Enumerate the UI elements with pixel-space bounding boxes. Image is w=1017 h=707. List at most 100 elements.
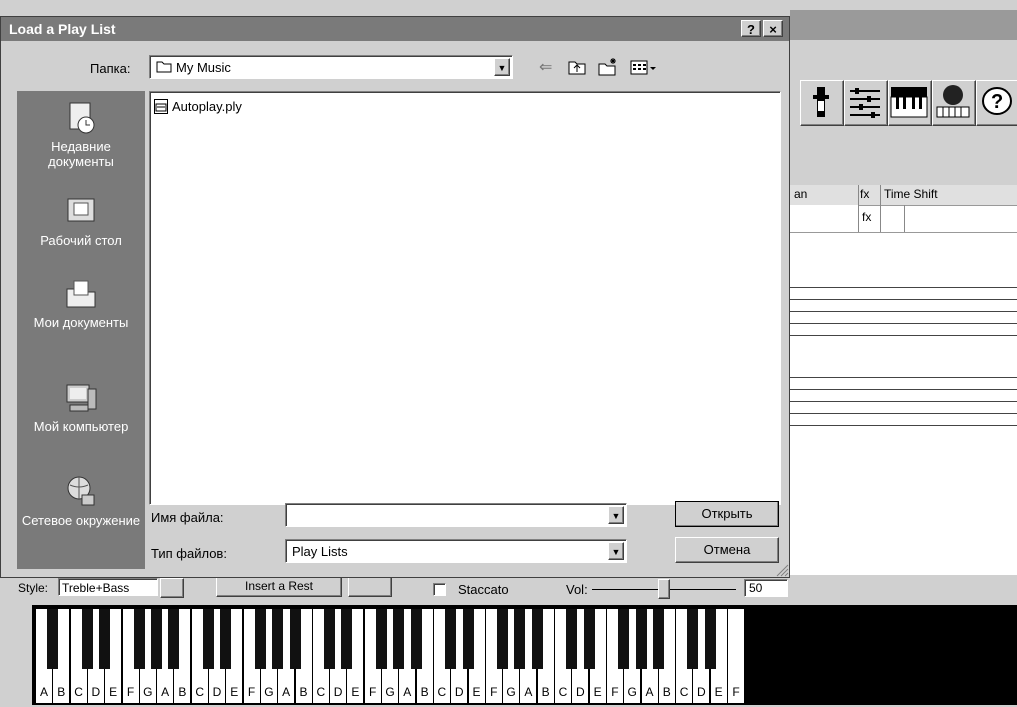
rest-button[interactable] [348, 575, 392, 597]
metronome-icon[interactable] [800, 80, 844, 126]
folder-select[interactable]: My Music ▼ [149, 55, 513, 79]
insert-rest-button[interactable]: Insert a Rest [216, 575, 342, 597]
chevron-down-icon[interactable]: ▼ [608, 506, 624, 524]
piano-black-key[interactable] [81, 609, 93, 669]
filename-input[interactable]: ▼ [285, 503, 627, 527]
piano-black-key[interactable] [393, 609, 405, 669]
grid-cell[interactable] [790, 205, 858, 229]
my-computer-icon [66, 384, 97, 412]
piano-black-key[interactable] [168, 609, 180, 669]
grid-divider [904, 205, 905, 233]
svg-text:?: ? [991, 91, 1003, 113]
piano-white-key[interactable]: F [728, 609, 745, 703]
bottom-controls: Style: Treble+Bass Insert a Rest Staccat… [0, 575, 1017, 605]
column-header-time-shift: Time Shift [884, 187, 938, 201]
style-label: Style: [18, 581, 49, 595]
piano-black-key[interactable] [583, 609, 595, 669]
staccato-label: Staccato [458, 582, 509, 597]
file-list[interactable]: Autoplay.ply [149, 91, 781, 505]
piano-black-key[interactable] [566, 609, 578, 669]
piano-black-key[interactable] [462, 609, 474, 669]
piano-black-key[interactable] [687, 609, 699, 669]
staff-line [790, 425, 1017, 426]
piano-black-key[interactable] [618, 609, 630, 669]
filetype-value: Play Lists [292, 544, 348, 559]
track-grid [790, 185, 1017, 585]
folder-value: My Music [176, 60, 231, 75]
file-name: Autoplay.ply [172, 99, 242, 114]
place-my-documents[interactable]: Мои документы [17, 277, 145, 330]
style-dropdown-button[interactable] [160, 578, 184, 598]
grid-divider [790, 232, 1017, 233]
piano-black-key[interactable] [151, 609, 163, 669]
background-toolbar: ? [790, 80, 1017, 130]
piano-black-key[interactable] [704, 609, 716, 669]
piano-black-key[interactable] [220, 609, 232, 669]
piano-keyboard: ABCDEFGABCDEFGABCDEFGABCDEFGABCDEFGABCDE… [32, 605, 1017, 705]
piano-black-key[interactable] [272, 609, 284, 669]
dialog-titlebar: Load a Play List ? × [1, 17, 789, 41]
new-folder-icon[interactable] [597, 57, 619, 77]
staff-line [790, 389, 1017, 390]
places-bar: Недавние документы Рабочий стол Мои доку… [17, 91, 145, 569]
column-header-pan: an [794, 187, 808, 201]
volume-slider-thumb[interactable] [658, 579, 670, 599]
filename-label: Имя файла: [151, 510, 224, 525]
piano-black-key[interactable] [445, 609, 457, 669]
folder-icon [156, 60, 172, 76]
filetype-label: Тип файлов: [151, 546, 227, 561]
track-grid-header: an fx Time Shift [790, 185, 1017, 206]
close-button[interactable]: × [763, 20, 783, 37]
filetype-select[interactable]: Play Lists ▼ [285, 539, 627, 563]
recent-documents-icon [69, 102, 95, 134]
grid-divider [858, 185, 859, 233]
chevron-down-icon[interactable]: ▼ [608, 542, 624, 560]
up-folder-icon[interactable] [567, 57, 587, 77]
place-network[interactable]: Сетевое окружение [17, 475, 145, 528]
dialog-title: Load a Play List [9, 21, 116, 37]
piano-black-key[interactable] [652, 609, 664, 669]
grid-divider [880, 185, 881, 233]
staff-line [790, 287, 1017, 288]
piano-black-key[interactable] [133, 609, 145, 669]
piano-black-key[interactable] [635, 609, 647, 669]
grid-cell-fx[interactable]: fx [862, 210, 871, 224]
place-recent[interactable]: Недавние документы [17, 101, 145, 169]
help-icon[interactable]: ? [976, 80, 1017, 126]
piano-black-key[interactable] [203, 609, 214, 669]
folder-label: Папка: [90, 61, 131, 76]
open-button[interactable]: Открыть [675, 501, 779, 527]
piano-black-key[interactable] [531, 609, 543, 669]
piano-black-key[interactable] [47, 609, 59, 669]
piano-black-key[interactable] [514, 609, 526, 669]
column-header-fx: fx [860, 187, 870, 201]
place-my-computer[interactable]: Мой компьютер [17, 381, 145, 434]
piano-black-key[interactable] [341, 609, 353, 669]
piano-black-key[interactable] [376, 609, 387, 669]
piano-black-key[interactable] [289, 609, 301, 669]
staff-line [790, 377, 1017, 378]
playlist-file-icon [154, 99, 168, 114]
piano-black-key[interactable] [497, 609, 509, 669]
volume-value[interactable]: 50 [744, 579, 788, 597]
piano-black-key[interactable] [410, 609, 422, 669]
load-playlist-dialog: Load a Play List ? × Папка: My Music ▼ ⇐… [0, 16, 790, 578]
my-documents-icon [66, 280, 96, 308]
cancel-button[interactable]: Отмена [675, 537, 779, 563]
view-menu-icon[interactable] [629, 57, 659, 77]
chevron-down-icon[interactable]: ▼ [494, 58, 510, 76]
synth-keyboard-icon[interactable] [888, 80, 932, 126]
desktop-icon [67, 198, 95, 222]
staccato-checkbox[interactable] [433, 583, 446, 596]
piano-black-key[interactable] [254, 609, 266, 669]
staff-line [790, 413, 1017, 414]
place-desktop[interactable]: Рабочий стол [17, 195, 145, 248]
piano-black-key[interactable] [99, 609, 111, 669]
piano-black-key[interactable] [324, 609, 336, 669]
mixer-icon[interactable] [844, 80, 888, 126]
resize-grip-icon[interactable] [775, 563, 789, 577]
back-icon[interactable]: ⇐ [539, 57, 559, 77]
style-select[interactable]: Treble+Bass [58, 578, 158, 596]
help-button[interactable]: ? [741, 20, 761, 37]
piano-player-icon[interactable] [932, 80, 976, 126]
